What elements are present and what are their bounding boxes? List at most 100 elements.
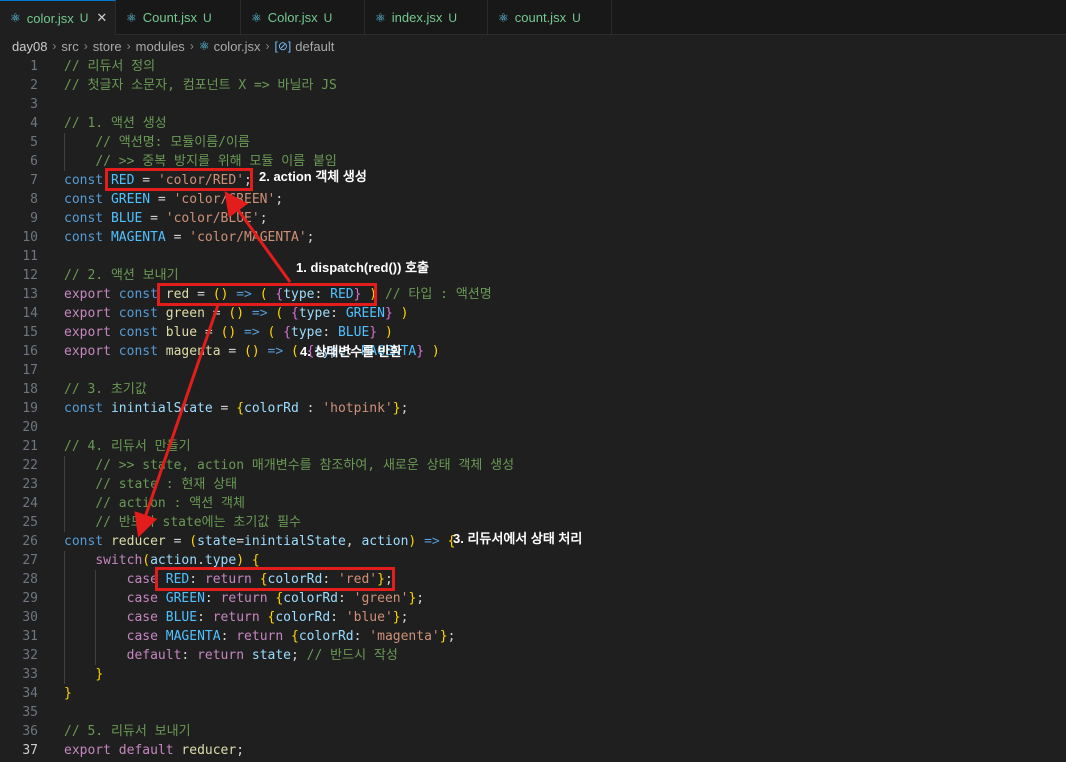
code-line[interactable]: 4 // 1. 액션 생성 xyxy=(0,114,1066,133)
tab-status: U xyxy=(79,11,89,25)
highlight-box-red-action xyxy=(157,283,377,306)
code-line[interactable]: 30 case BLUE: return {colorRd: 'blue'}; xyxy=(0,608,1066,627)
code-line[interactable]: 23 // state : 현재 상태 xyxy=(0,475,1066,494)
line-number: 32 xyxy=(22,648,38,663)
code-line[interactable]: 34} xyxy=(0,684,1066,703)
react-icon: ⚛ xyxy=(198,39,210,53)
line-number: 14 xyxy=(22,306,38,321)
tab-status: U xyxy=(448,10,458,25)
line-number: 7 xyxy=(30,173,38,188)
code-line[interactable]: 1 // 리듀서 정의 xyxy=(0,57,1066,76)
line-number: 27 xyxy=(22,553,38,568)
code-line[interactable]: 35 xyxy=(0,703,1066,722)
chevron-right-icon: › xyxy=(52,39,57,53)
react-icon: ⚛ xyxy=(498,10,509,25)
code-text: } xyxy=(64,686,72,701)
code-editor[interactable]: 1 // 리듀서 정의 2 // 첫글자 소문자, 컴포넌트 X => 바닐라 JS 3… xyxy=(0,57,1066,762)
chevron-right-icon: › xyxy=(189,39,194,53)
close-icon[interactable]: ✕ xyxy=(96,10,107,26)
code-line[interactable]: 11 xyxy=(0,247,1066,266)
code-text: // 리듀서 정의 xyxy=(64,59,156,74)
react-icon: ⚛ xyxy=(126,10,137,25)
code-text: // state : 현재 상태 xyxy=(95,477,238,492)
breadcrumb-item[interactable]: default xyxy=(295,39,334,54)
line-number: 25 xyxy=(22,515,38,530)
code-line[interactable]: 15 export const blue = () => ( {type: BLU… xyxy=(0,323,1066,342)
breadcrumb-item[interactable]: store xyxy=(93,39,122,54)
line-number: 22 xyxy=(22,458,38,473)
code-line[interactable]: 22 // >> state, action 매개변수를 참조하여, 새로운 상… xyxy=(0,456,1066,475)
code-text: // 첫글자 소문자, 컴포넌트 X => 바닐라 JS xyxy=(64,78,337,93)
chevron-right-icon: › xyxy=(126,39,131,53)
code-text: // 1. 액션 생성 xyxy=(64,116,167,131)
highlight-box-red-const xyxy=(105,168,253,191)
code-line[interactable]: 3 xyxy=(0,95,1066,114)
code-line[interactable]: 14 export const green = () => ( {type: GR… xyxy=(0,304,1066,323)
code-line[interactable]: 9 const BLUE = 'color/BLUE'; xyxy=(0,209,1066,228)
code-text: const inintialState = {colorRd : 'hotpin… xyxy=(64,401,409,416)
code-line[interactable]: 18 // 3. 초기값 xyxy=(0,380,1066,399)
tab-status: U xyxy=(572,10,581,25)
symbol-variable-icon: [⊘] xyxy=(274,39,292,53)
annotation-step-4: 4. 상태변수를 반환 xyxy=(300,344,402,359)
tab-color-jsx-upper[interactable]: ⚛ Color.jsx U xyxy=(241,0,365,35)
annotation-step-1: 1. dispatch(red()) 호출 xyxy=(296,260,429,275)
code-line[interactable]: 20 xyxy=(0,418,1066,437)
code-text: const MAGENTA = 'color/MAGENTA'; xyxy=(64,230,315,245)
line-number: 3 xyxy=(30,97,38,112)
breadcrumb-item[interactable]: color.jsx xyxy=(214,39,261,54)
code-line[interactable]: 8 const GREEN = 'color/GREEN'; xyxy=(0,190,1066,209)
code-text: // 반드시 state에는 초기값 필수 xyxy=(95,515,302,530)
tab-count-jsx[interactable]: ⚛ Count.jsx U xyxy=(116,0,241,35)
code-line[interactable]: 5 // 액션명: 모듈이름/이름 xyxy=(0,133,1066,152)
indent-guide xyxy=(64,133,65,171)
line-number: 34 xyxy=(22,686,38,701)
breadcrumb-item[interactable]: modules xyxy=(136,39,185,54)
line-number: 31 xyxy=(22,629,38,644)
code-line[interactable]: 36 // 5. 리듀서 보내기 xyxy=(0,722,1066,741)
line-number: 16 xyxy=(22,344,38,359)
line-number: 37 xyxy=(22,743,38,758)
code-line[interactable]: 31 case MAGENTA: return {colorRd: 'magen… xyxy=(0,627,1066,646)
line-number: 33 xyxy=(22,667,38,682)
code-line[interactable]: 19 const inintialState = {colorRd : 'hotp… xyxy=(0,399,1066,418)
react-icon: ⚛ xyxy=(251,10,262,25)
tab-index-jsx[interactable]: ⚛ index.jsx U xyxy=(365,0,488,35)
line-number: 12 xyxy=(22,268,38,283)
code-text: // 4. 리듀서 만들기 xyxy=(64,439,191,454)
tab-label: Count.jsx xyxy=(142,10,197,25)
code-line[interactable]: 33 } xyxy=(0,665,1066,684)
line-number: 21 xyxy=(22,439,38,454)
tab-status: U xyxy=(202,10,212,25)
code-line[interactable]: 32 default: return state; // 반드시 작성 xyxy=(0,646,1066,665)
line-number: 17 xyxy=(22,363,38,378)
code-text: export const green = () => ( {type: GREE… xyxy=(64,306,409,321)
code-line[interactable]: 10 const MAGENTA = 'color/MAGENTA'; xyxy=(0,228,1066,247)
tab-count-jsx-lower[interactable]: ⚛ count.jsx U xyxy=(488,0,612,35)
line-number: 10 xyxy=(22,230,38,245)
editor-tab-bar: ⚛ color.jsx U ✕ ⚛ Count.jsx U ⚛ Color.js… xyxy=(0,0,1066,35)
code-line[interactable]: 24 // action : 액션 객체 xyxy=(0,494,1066,513)
line-number: 2 xyxy=(30,78,38,93)
code-line[interactable]: 29 case GREEN: return {colorRd: 'green'}… xyxy=(0,589,1066,608)
breadcrumb: day08 › src › store › modules › ⚛ color.… xyxy=(0,35,1066,57)
code-line[interactable]: 17 xyxy=(0,361,1066,380)
line-number: 9 xyxy=(30,211,38,226)
chevron-right-icon: › xyxy=(265,39,270,53)
code-text: } xyxy=(95,667,104,682)
tab-color-jsx-active[interactable]: ⚛ color.jsx U ✕ xyxy=(0,0,116,35)
code-text: const reducer = (state=inintialState, ac… xyxy=(64,534,456,549)
code-text: // >> state, action 매개변수를 참조하여, 새로운 상태 객… xyxy=(95,458,515,473)
code-text: default: return state; // 반드시 작성 xyxy=(126,648,398,663)
code-line[interactable]: 37 export default reducer; xyxy=(0,741,1066,760)
breadcrumb-item[interactable]: day08 xyxy=(12,39,47,54)
code-line[interactable]: 25 // 반드시 state에는 초기값 필수 xyxy=(0,513,1066,532)
code-line[interactable]: 2 // 첫글자 소문자, 컴포넌트 X => 바닐라 JS xyxy=(0,76,1066,95)
code-text: case BLUE: return {colorRd: 'blue'}; xyxy=(126,610,409,625)
breadcrumb-item[interactable]: src xyxy=(61,39,78,54)
code-line[interactable]: 16 export const magenta = () => ( {type: … xyxy=(0,342,1066,361)
line-number: 13 xyxy=(22,287,38,302)
code-line[interactable]: 21 // 4. 리듀서 만들기 xyxy=(0,437,1066,456)
indent-guide xyxy=(95,570,97,665)
code-text: export default reducer; xyxy=(64,743,245,758)
